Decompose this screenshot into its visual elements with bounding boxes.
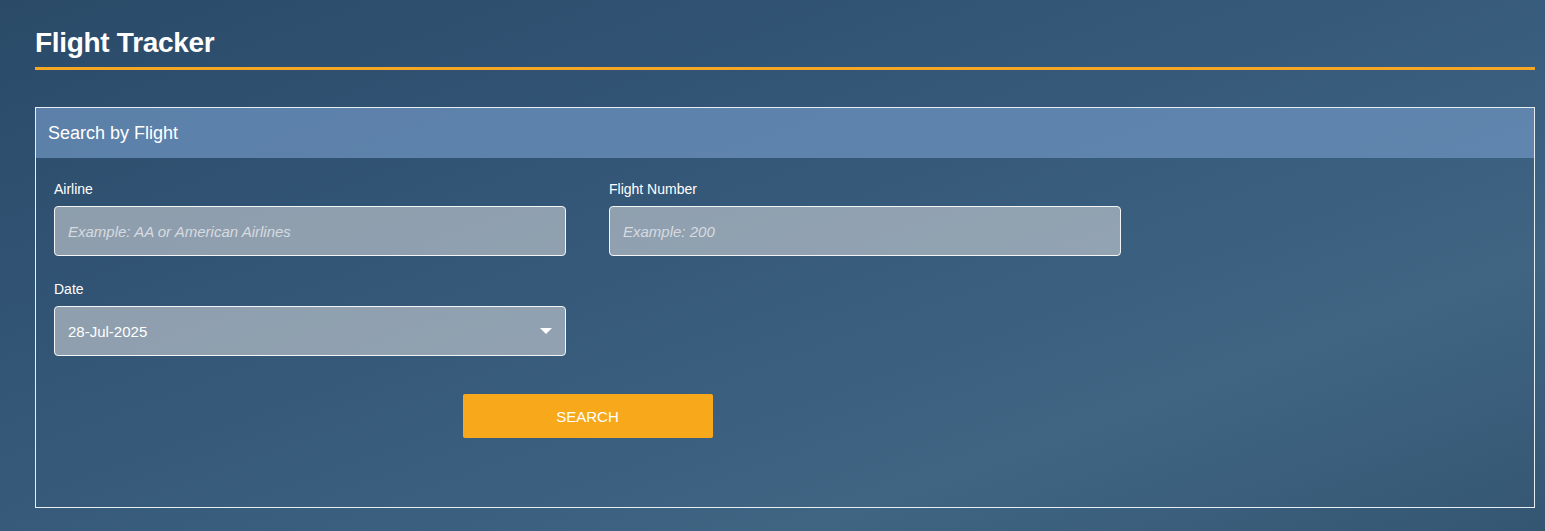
text-input[interactable] xyxy=(609,206,1121,256)
form-field: Flight Number xyxy=(609,180,1121,256)
select-value: 28-Jul-2025 xyxy=(68,323,147,340)
panel-header: Search by Flight xyxy=(36,108,1534,158)
date-select[interactable]: 28-Jul-2025 xyxy=(54,306,566,356)
dropdown-caret-icon xyxy=(540,328,552,334)
search-button[interactable]: SEARCH xyxy=(463,394,713,438)
button-row: SEARCH xyxy=(54,394,1121,438)
text-input[interactable] xyxy=(54,206,566,256)
flight-tracker-page: Flight Tracker Search by Flight Airline Fli… xyxy=(0,0,1545,531)
panel-body: Airline Flight Number Date 28-Jul-2025 SEARC… xyxy=(36,158,1534,460)
field-grid: Airline Flight Number Date 28-Jul-2025 xyxy=(54,180,1516,356)
field-label: Airline xyxy=(54,180,566,198)
form-field: Date 28-Jul-2025 xyxy=(54,280,566,356)
form-field: Airline xyxy=(54,180,566,256)
search-panel: Search by Flight Airline Flight Number Date… xyxy=(35,107,1535,508)
page-title: Flight Tracker xyxy=(35,26,1535,70)
field-label: Date xyxy=(54,280,566,298)
field-label: Flight Number xyxy=(609,180,1121,198)
